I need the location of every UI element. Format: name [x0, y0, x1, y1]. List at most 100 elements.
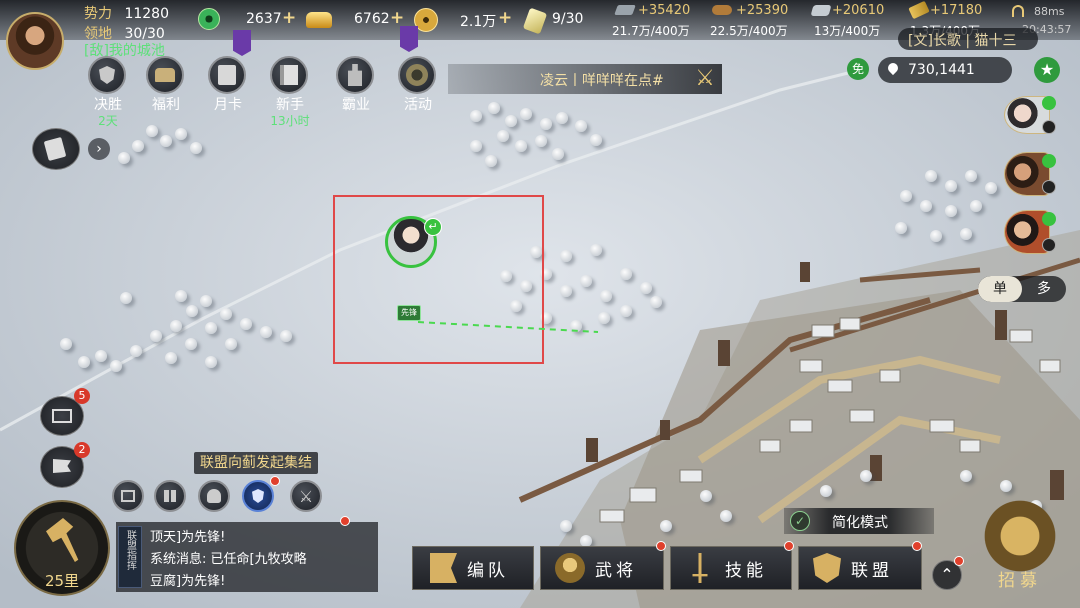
token-value: 9/30 — [552, 11, 584, 27]
favorite-star-icon[interactable]: ★ — [1034, 57, 1060, 83]
report-scroll-button[interactable] — [32, 128, 80, 170]
general-2-action-icon — [1042, 180, 1056, 194]
distance-radar[interactable]: 25里 — [14, 500, 110, 596]
stone-gain: +20610 — [832, 3, 885, 18]
menu-item-newbie[interactable]: 新手 13小时 — [262, 56, 318, 128]
power-value: 11280 — [124, 6, 169, 22]
general-1-action-icon — [1042, 120, 1056, 134]
jade-value: 2637 — [246, 11, 282, 27]
general-2-status-icon — [1042, 154, 1056, 168]
alliance-flag-red-dot — [270, 476, 280, 486]
formation-button[interactable]: 编队 — [412, 546, 534, 590]
chat-channel-label: 联盟指挥 — [124, 530, 136, 570]
generals-label: 武将 — [595, 560, 637, 581]
gold-currency[interactable]: 6762 + — [306, 8, 410, 32]
menu-item-welfare[interactable]: 福利 — [138, 56, 194, 126]
tower-icon — [336, 56, 374, 94]
enemy-banner-icon — [400, 26, 418, 52]
chat-channel-tag[interactable]: 联盟指挥 — [118, 526, 142, 588]
shovel-icon — [46, 518, 79, 562]
chat-panel[interactable]: 联盟指挥 顶天]为先锋! 系统消息: 已任命[九牧攻略 豆腐]为先锋! — [116, 522, 378, 592]
menu-label-monthly-card: 月卡 — [214, 97, 242, 113]
menu-item-hegemony[interactable]: 霸业 — [328, 56, 384, 126]
card-icon — [208, 56, 246, 94]
crossed-swords-icon[interactable]: ⚔ — [692, 66, 718, 92]
alliance-button[interactable]: 联盟 — [798, 546, 922, 590]
power-row: 势力 11280 — [84, 3, 169, 23]
stone-icon — [810, 5, 832, 16]
alliance-banner-icon — [233, 30, 251, 56]
iron-gain: +35420 — [638, 3, 691, 18]
shield-icon — [88, 56, 126, 94]
wood-icon — [712, 5, 732, 15]
ping-text: 88ms — [1034, 5, 1065, 18]
general-3-status-icon — [1042, 212, 1056, 226]
distance-text: 25里 — [44, 572, 80, 590]
menu-item-events[interactable]: 活动 — [390, 56, 446, 126]
menu-item-monthly-card[interactable]: 月卡 — [200, 56, 256, 126]
members-icon[interactable] — [198, 480, 230, 512]
menu-sub-newbie: 13小时 — [270, 114, 310, 128]
wood-gain: +25390 — [736, 3, 789, 18]
gold-plus-icon[interactable]: + — [390, 8, 404, 28]
menu-label-hegemony: 霸业 — [342, 97, 370, 113]
recruit-button[interactable]: 招募 — [964, 500, 1076, 600]
banner-icon — [430, 553, 457, 583]
free-move-badge[interactable]: 免 — [847, 58, 869, 80]
battle-badge: 2 — [74, 442, 90, 458]
jade-currency[interactable]: 2637 + — [198, 8, 298, 32]
sword-icon — [692, 553, 708, 583]
crossed-swords-small-icon[interactable]: ⚔ — [290, 480, 322, 512]
marquee-text: 凌云丨咩咩咩在点# — [540, 73, 664, 89]
chest-icon — [146, 56, 184, 94]
coordinates-box[interactable]: 730,1441 — [878, 57, 1012, 83]
coordinates-text: 730,1441 — [908, 62, 975, 78]
wifi-icon — [1012, 5, 1024, 17]
location-pin-icon — [885, 60, 901, 76]
token-currency[interactable]: 9/30 — [522, 7, 598, 35]
resource-iron[interactable]: +35420 21.7万/400万 — [612, 2, 712, 40]
marquee-banner[interactable]: 凌云丨咩咩咩在点# ⚔ — [448, 64, 722, 94]
collapse-red-dot — [954, 556, 964, 566]
power-label: 势力 — [84, 6, 112, 22]
grain-gain: +17180 — [930, 3, 983, 18]
iron-amount: 21.7万/400万 — [612, 24, 690, 38]
toggle-multi[interactable]: 多 — [1022, 276, 1066, 302]
general-icon — [555, 553, 585, 583]
coin-currency[interactable]: 2.1万 + — [414, 8, 518, 32]
player-avatar[interactable] — [6, 12, 64, 70]
grid-layout-icon[interactable] — [154, 480, 186, 512]
resource-wood[interactable]: +25390 22.5万/400万 — [710, 2, 810, 40]
skills-label: 技能 — [725, 560, 767, 581]
jade-plus-icon[interactable]: + — [282, 8, 296, 28]
resource-stone[interactable]: +20610 13万/400万 — [810, 2, 906, 40]
gold-ingot-icon — [306, 12, 332, 28]
menu-label-newbie: 新手 — [276, 97, 304, 113]
chat-line-2: 系统消息: 已任命[九牧攻略 — [150, 552, 307, 567]
skills-red-dot — [784, 541, 794, 551]
simplified-mode-toggle[interactable]: ✓ 简化模式 — [784, 508, 934, 534]
map-view-icon[interactable] — [112, 480, 144, 512]
chat-preview-text: [文]长歌 | 猫十三 — [908, 33, 1017, 49]
menu-label-events: 活动 — [404, 97, 432, 113]
rally-notice-text: 联盟向蓟发起集结 — [200, 455, 312, 471]
rally-notice[interactable]: 联盟向蓟发起集结 — [194, 452, 318, 474]
simplified-mode-label: 简化模式 — [832, 515, 888, 531]
generals-button[interactable]: 武将 — [540, 546, 664, 590]
gold-value: 6762 — [354, 11, 390, 27]
token-icon — [522, 7, 548, 35]
toggle-single[interactable]: 单 — [978, 276, 1022, 302]
single-multi-toggle[interactable]: 单 多 — [978, 276, 1066, 302]
recruit-label: 招募 — [998, 571, 1042, 591]
alliance-chat-preview[interactable]: [文]长歌 | 猫十三 — [898, 28, 1038, 50]
march-route-line — [418, 321, 599, 333]
iron-icon — [614, 5, 636, 15]
menu-item-decisive[interactable]: 决胜 2天 — [80, 56, 136, 128]
stone-amount: 13万/400万 — [814, 24, 881, 38]
alliance-flag-icon[interactable] — [242, 480, 274, 512]
expand-chevron-icon[interactable]: › — [88, 138, 110, 160]
jade-icon — [198, 8, 220, 30]
march-return-icon: ↵ — [424, 218, 442, 236]
coin-plus-icon[interactable]: + — [498, 8, 512, 28]
skills-button[interactable]: 技能 — [670, 546, 792, 590]
